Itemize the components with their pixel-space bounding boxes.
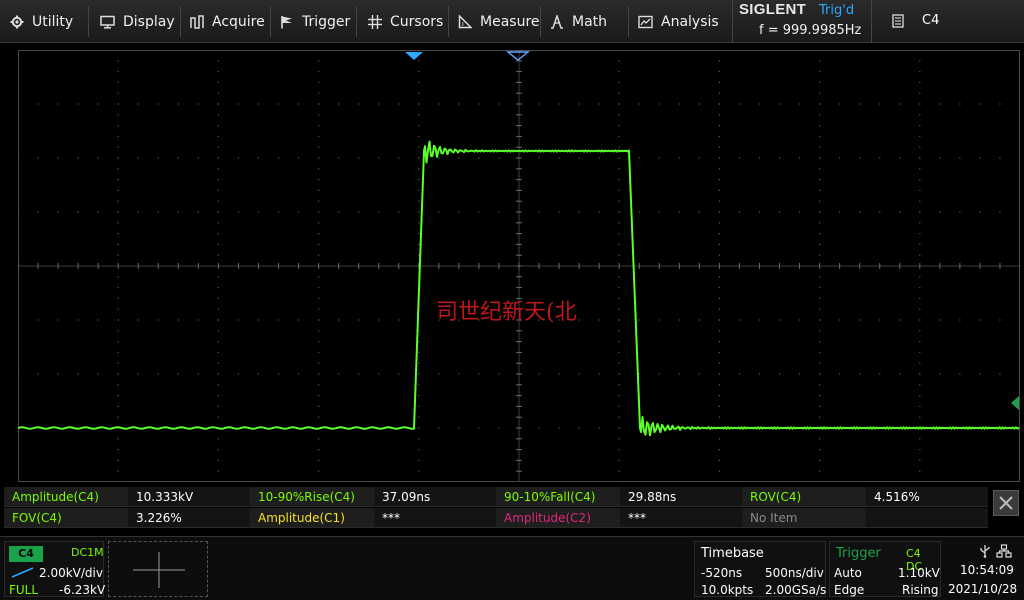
- measurement-value: ***: [374, 508, 496, 528]
- memory-depth: 10.0kpts: [701, 583, 754, 597]
- menu-acquire[interactable]: Acquire: [182, 0, 270, 43]
- trigger-level: 1.10kV: [898, 566, 940, 580]
- measurement-row: Amplitude(C4) 10.333kV 10-90%Rise(C4) 37…: [4, 487, 988, 507]
- menu-label: Cursors: [390, 13, 444, 30]
- measurement-label[interactable]: Amplitude(C1): [250, 508, 374, 528]
- ruler-icon: [458, 14, 472, 28]
- channel4-offset: -6.23kV: [59, 583, 106, 597]
- document-list-icon: [892, 14, 904, 28]
- measurement-value: 10.333kV: [128, 487, 250, 507]
- measurement-label[interactable]: Amplitude(C4): [4, 487, 128, 507]
- measurement-label[interactable]: Amplitude(C2): [496, 508, 620, 528]
- plus-icon: [133, 552, 185, 588]
- menu-bar: Utility Display Acquire Trigger Cursors …: [0, 0, 1024, 43]
- measurement-value: 3.226%: [128, 508, 250, 528]
- system-date: 2021/10/28: [948, 582, 1018, 596]
- sample-rate: 2.00GSa/s: [765, 583, 827, 597]
- math-icon: [551, 14, 563, 29]
- menu-analysis[interactable]: Analysis: [630, 0, 730, 43]
- trigger-status: Trig'd: [819, 3, 855, 18]
- active-channel-selector[interactable]: C4: [880, 0, 1024, 43]
- measurement-label[interactable]: FOV(C4): [4, 508, 128, 528]
- brand-panel: SIGLENT Trig'd f = 999.9985Hz: [732, 0, 872, 43]
- menu-display[interactable]: Display: [92, 0, 176, 43]
- measurement-value: 37.09ns: [374, 487, 496, 507]
- menu-label: Display: [123, 13, 175, 30]
- frequency-counter: f = 999.9985Hz: [759, 23, 862, 38]
- menu-measure[interactable]: Measure: [450, 0, 540, 43]
- watermark-text: 司世纪新天(北: [436, 300, 577, 325]
- menu-label: Utility: [32, 13, 74, 30]
- trigger-slope: Rising: [902, 583, 939, 597]
- active-channel-label: C4: [922, 13, 940, 28]
- measurement-label[interactable]: 10-90%Rise(C4): [250, 487, 374, 507]
- waveform-display[interactable]: 司世纪新天(北: [18, 50, 1020, 482]
- measurement-label[interactable]: 90-10%Fall(C4): [496, 487, 620, 507]
- usb-icon[interactable]: [978, 544, 992, 558]
- trigger-panel[interactable]: Trigger C4 DC Auto 1.10kV Edge Rising: [829, 541, 941, 597]
- monitor-icon: [100, 15, 115, 29]
- menu-label: Analysis: [661, 13, 719, 30]
- measurement-value: [866, 508, 988, 528]
- measurement-label[interactable]: ROV(C4): [742, 487, 866, 507]
- timebase-scale: 500ns/div: [765, 566, 824, 580]
- timebase-title: Timebase: [701, 546, 764, 561]
- waveform-icon: [190, 14, 204, 29]
- trigger-title: Trigger: [836, 546, 881, 561]
- menu-label: Acquire: [212, 13, 265, 30]
- measurement-value: 29.88ns: [620, 487, 742, 507]
- status-bar: C4 DC1M 2.00kV/div FULL -6.23kV Timebase…: [0, 536, 1024, 600]
- trigger-level-marker[interactable]: [1011, 396, 1019, 410]
- analysis-icon: [638, 15, 653, 28]
- system-time: 10:54:09: [960, 563, 1014, 577]
- brand-logo: SIGLENT: [739, 1, 807, 18]
- measurement-row: FOV(C4) 3.226% Amplitude(C1) *** Amplitu…: [4, 508, 988, 528]
- channel4-bandwidth: FULL: [9, 583, 39, 597]
- trigger-mode: Auto: [834, 566, 862, 580]
- timebase-panel[interactable]: Timebase -520ns 500ns/div 10.0kpts 2.00G…: [694, 541, 826, 597]
- crosshair-icon: [368, 14, 382, 29]
- flag-icon: [281, 15, 292, 28]
- timebase-delay: -520ns: [701, 566, 743, 580]
- measurement-value: ***: [620, 508, 742, 528]
- menu-math[interactable]: Math: [542, 0, 628, 43]
- menu-label: Math: [572, 13, 608, 30]
- close-icon: [999, 496, 1013, 510]
- menu-cursors[interactable]: Cursors: [360, 0, 446, 43]
- graticule-grid: [18, 50, 1020, 482]
- trigger-position-marker[interactable]: [405, 52, 423, 60]
- measurement-panel: Amplitude(C4) 10.333kV 10-90%Rise(C4) 37…: [4, 487, 988, 531]
- channel4-coupling: DC1M: [71, 546, 104, 559]
- time-center-marker[interactable]: [506, 51, 530, 61]
- channel4-badge: C4: [9, 546, 43, 562]
- measurement-label[interactable]: No Item: [742, 508, 866, 528]
- channel4-scale: 2.00kV/div: [39, 566, 103, 580]
- channel4-settings[interactable]: C4 DC1M 2.00kV/div FULL -6.23kV: [4, 541, 106, 597]
- network-icon[interactable]: [996, 544, 1012, 558]
- system-panel: 10:54:09 2021/10/28: [944, 541, 1022, 597]
- waveform-canvas: [18, 50, 1020, 482]
- measurement-value: 4.516%: [866, 487, 988, 507]
- measurement-close-button[interactable]: [993, 490, 1019, 516]
- add-channel-button[interactable]: [108, 541, 208, 597]
- probe-icon: [11, 567, 34, 578]
- menu-trigger[interactable]: Trigger: [272, 0, 356, 43]
- menu-label: Measure: [480, 13, 540, 30]
- trigger-type: Edge: [834, 583, 865, 597]
- gear-icon: [10, 15, 24, 28]
- menu-utility[interactable]: Utility: [2, 0, 84, 43]
- menu-label: Trigger: [302, 13, 351, 30]
